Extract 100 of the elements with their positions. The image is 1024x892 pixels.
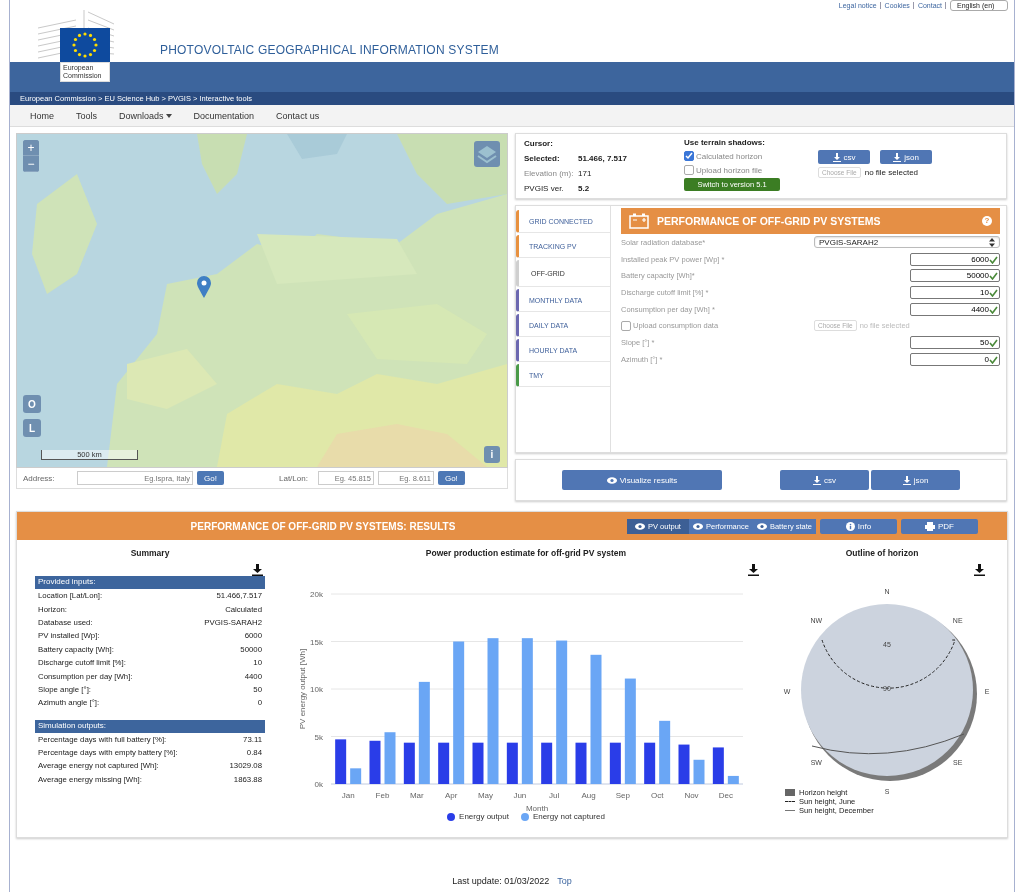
selected-label: Selected: [524, 154, 561, 164]
download-icon[interactable] [974, 564, 985, 576]
latlon-label: Lat/Lon: [278, 473, 308, 483]
checkbox-label: Upload horizon file [696, 165, 763, 175]
caret-icon [165, 113, 172, 118]
results-title: PERFORMANCE OF OFF-GRID PV SYSTEMS: RESULTS [189, 520, 457, 532]
bar [350, 768, 362, 784]
checkbox[interactable] [684, 165, 694, 175]
bar [335, 739, 347, 784]
number-field[interactable]: 50 [910, 335, 1000, 349]
info-button[interactable]: i [484, 446, 500, 463]
go-button[interactable]: Go! [437, 471, 465, 485]
x-tick-label: Jan [341, 791, 355, 800]
download-icon [902, 475, 911, 485]
checkbox[interactable] [684, 151, 694, 161]
y-tick-label: 10k [310, 685, 323, 694]
x-axis-title: Month [525, 804, 549, 813]
bar [506, 742, 518, 784]
download-icon[interactable] [252, 564, 263, 576]
download-button[interactable]: csv [818, 150, 870, 164]
bar [712, 747, 724, 784]
selected-value: 51.466, 7.517 [578, 154, 627, 164]
download-button[interactable]: csv [780, 470, 869, 490]
form-title: PERFORMANCE OF OFF-GRID PV SYSTEMS [657, 215, 882, 227]
updown-arrows-icon [989, 237, 995, 247]
nav-item[interactable]: Contact us [276, 110, 320, 121]
bar [403, 742, 415, 784]
nav-item[interactable]: Downloads [119, 110, 172, 121]
eye-icon [635, 522, 645, 530]
download-button[interactable]: json [871, 470, 960, 490]
download-icon[interactable] [748, 564, 759, 576]
top-link[interactable]: Top [557, 876, 572, 886]
elevation-label: Elevation (m): [524, 168, 575, 178]
pdf-button[interactable]: PDF [901, 518, 978, 534]
printer-icon [925, 521, 935, 531]
y-tick-label: 15k [310, 637, 323, 647]
file-status: no file selected [864, 168, 919, 177]
elevation-value: 171 [578, 168, 592, 178]
bar [644, 742, 656, 784]
x-tick-label: Sep [615, 791, 630, 800]
checkbox-label: Calculated horizon [696, 151, 763, 161]
x-tick-label: May [477, 791, 494, 800]
version-label: PVGIS ver. [524, 183, 565, 193]
site-title: PHOTOVOLTAIC GEOGRAPHICAL INFORMATION SYSTEM [160, 43, 499, 57]
x-tick-label: Feb [375, 791, 390, 800]
nav-item[interactable]: Tools [76, 110, 98, 121]
bar [369, 740, 381, 784]
number-field[interactable]: 50000 [910, 269, 1000, 283]
checkbox[interactable] [621, 320, 631, 331]
info-icon [845, 521, 855, 531]
eu-flag-icon [60, 28, 110, 62]
legend-label[interactable]: Energy output [459, 812, 509, 821]
bar [659, 720, 671, 784]
legend-dashed-line [785, 801, 795, 802]
nav-item[interactable]: Home [30, 110, 54, 121]
version-value: 5.2 [578, 183, 590, 193]
cursor-label: Cursor: [524, 139, 553, 149]
download-button[interactable]: json [880, 150, 932, 164]
bar [575, 742, 587, 784]
summary-title: Summary [129, 548, 171, 558]
map-marker-icon [197, 276, 211, 298]
last-update-text: Last update: 01/03/2022 [452, 876, 550, 886]
eye-icon [606, 476, 617, 484]
info-button[interactable]: Info [820, 518, 897, 534]
legend-label[interactable]: Energy not captured [532, 812, 605, 821]
horizon-title: Outline of horizon [844, 548, 920, 558]
download-icon [832, 152, 841, 162]
section-header: Simulation outputs: [35, 719, 265, 733]
bar [541, 742, 553, 784]
number-field[interactable]: 0 [910, 352, 1000, 366]
y-tick-label: 20k [310, 590, 323, 599]
bar [384, 732, 396, 784]
download-icon [813, 475, 821, 485]
battery-icon [629, 213, 649, 229]
x-tick-label: Dec [718, 791, 733, 800]
y-axis-title: PV energy output [Wh] [298, 648, 307, 730]
number-field[interactable]: 4400 [910, 302, 1000, 316]
go-button[interactable]: Go! [197, 471, 224, 485]
x-tick-label: Apr [444, 791, 458, 800]
nav-item[interactable]: Documentation [193, 110, 255, 121]
y-tick-label: 5k [314, 732, 323, 742]
bar [678, 744, 690, 784]
download-icon [893, 152, 902, 162]
address-label: Address: [23, 473, 56, 483]
map-mode-button[interactable]: O [23, 395, 41, 413]
number-field[interactable]: 6000 [910, 252, 1000, 266]
x-tick-label: Aug [581, 791, 596, 800]
x-tick-label: Mar [409, 791, 424, 800]
zoom-in-button[interactable]: + [23, 140, 39, 156]
number-field[interactable]: 10 [910, 285, 1000, 299]
visualize-button[interactable]: Visualize results [562, 470, 722, 490]
bar [693, 759, 705, 784]
database-select[interactable]: PVGIS-SARAH2 [814, 236, 1000, 249]
x-tick-label: Jun [513, 791, 527, 800]
bar [472, 742, 484, 784]
legend-line [785, 810, 795, 811]
section-header: Provided inputs: [35, 576, 265, 589]
x-tick-label: Jul [549, 791, 560, 800]
map-mode-button[interactable]: L [23, 419, 41, 437]
bar [609, 742, 621, 784]
